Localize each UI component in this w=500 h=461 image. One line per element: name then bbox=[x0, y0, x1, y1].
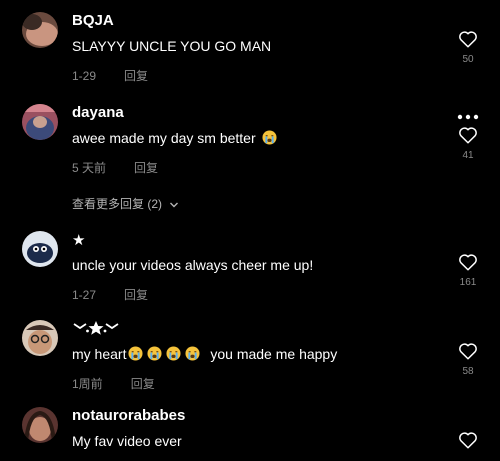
like-count: 41 bbox=[462, 150, 474, 161]
username[interactable]: ★ bbox=[72, 231, 85, 249]
comment-text-end: you made me happy bbox=[210, 346, 338, 362]
comment-text: My fav video ever bbox=[72, 433, 182, 449]
comment-date: 1周前 bbox=[72, 377, 103, 391]
like-count: 50 bbox=[462, 54, 474, 65]
like-button[interactable] bbox=[446, 431, 490, 449]
username[interactable]: notaurorababes bbox=[72, 407, 185, 424]
username[interactable]: dayana bbox=[72, 104, 124, 121]
comment-meta: 1周前 回复 bbox=[72, 375, 155, 392]
loudly-crying-face-emoji bbox=[185, 346, 200, 361]
comment-date: 1-27 bbox=[72, 288, 97, 302]
heart-outline-icon bbox=[459, 343, 477, 360]
more-dots-icon[interactable] bbox=[456, 112, 480, 122]
avatar[interactable] bbox=[22, 12, 58, 48]
comment-text-start: my heart bbox=[72, 346, 127, 362]
comment-date: 5 天前 bbox=[72, 161, 107, 175]
comment-text-content: awee made my day sm better bbox=[72, 130, 256, 146]
heart-outline-icon bbox=[459, 31, 477, 48]
like-button[interactable]: 58 bbox=[446, 342, 490, 377]
avatar[interactable] bbox=[22, 320, 58, 356]
comment-text: SLAYYY UNCLE YOU GO MAN bbox=[72, 38, 272, 54]
comment-meta: 1-29 回复 bbox=[72, 67, 148, 84]
comment-text: awee made my day sm better bbox=[72, 130, 279, 146]
username-decorated[interactable] bbox=[72, 320, 120, 340]
like-button[interactable]: 50 bbox=[446, 30, 490, 65]
reply-button[interactable]: 回复 bbox=[131, 377, 155, 391]
sparkle-stars-name bbox=[73, 321, 119, 335]
avatar[interactable] bbox=[22, 407, 58, 443]
view-more-replies-button[interactable]: 查看更多回复 (2) bbox=[72, 195, 179, 212]
comment-text: my heart you made me happy bbox=[72, 346, 337, 362]
heart-outline-icon bbox=[459, 432, 477, 449]
like-button[interactable]: 41 bbox=[446, 126, 490, 161]
heart-outline-icon bbox=[459, 254, 477, 271]
comment-meta: 5 天前 回复 bbox=[72, 159, 158, 176]
reply-button[interactable]: 回复 bbox=[124, 69, 148, 83]
avatar[interactable] bbox=[22, 104, 58, 140]
username[interactable]: BQJA bbox=[72, 12, 114, 29]
loudly-crying-face-emoji bbox=[128, 346, 143, 361]
like-count: 58 bbox=[462, 366, 474, 377]
avatar[interactable] bbox=[22, 231, 58, 267]
comment-meta: 1-27 回复 bbox=[72, 286, 148, 303]
view-more-replies-label: 查看更多回复 (2) bbox=[72, 197, 163, 211]
loudly-crying-face-emoji bbox=[166, 346, 181, 361]
reply-button[interactable]: 回复 bbox=[124, 288, 148, 302]
like-button[interactable]: 161 bbox=[446, 253, 490, 288]
like-count: 161 bbox=[459, 277, 477, 288]
loudly-crying-face-emoji bbox=[147, 346, 162, 361]
comment-text: uncle your videos always cheer me up! bbox=[72, 257, 314, 273]
reply-button[interactable]: 回复 bbox=[134, 161, 158, 175]
comment-date: 1-29 bbox=[72, 69, 97, 83]
chevron-down-icon bbox=[170, 202, 179, 208]
heart-outline-icon bbox=[459, 127, 477, 144]
loudly-crying-face-emoji bbox=[262, 130, 277, 145]
